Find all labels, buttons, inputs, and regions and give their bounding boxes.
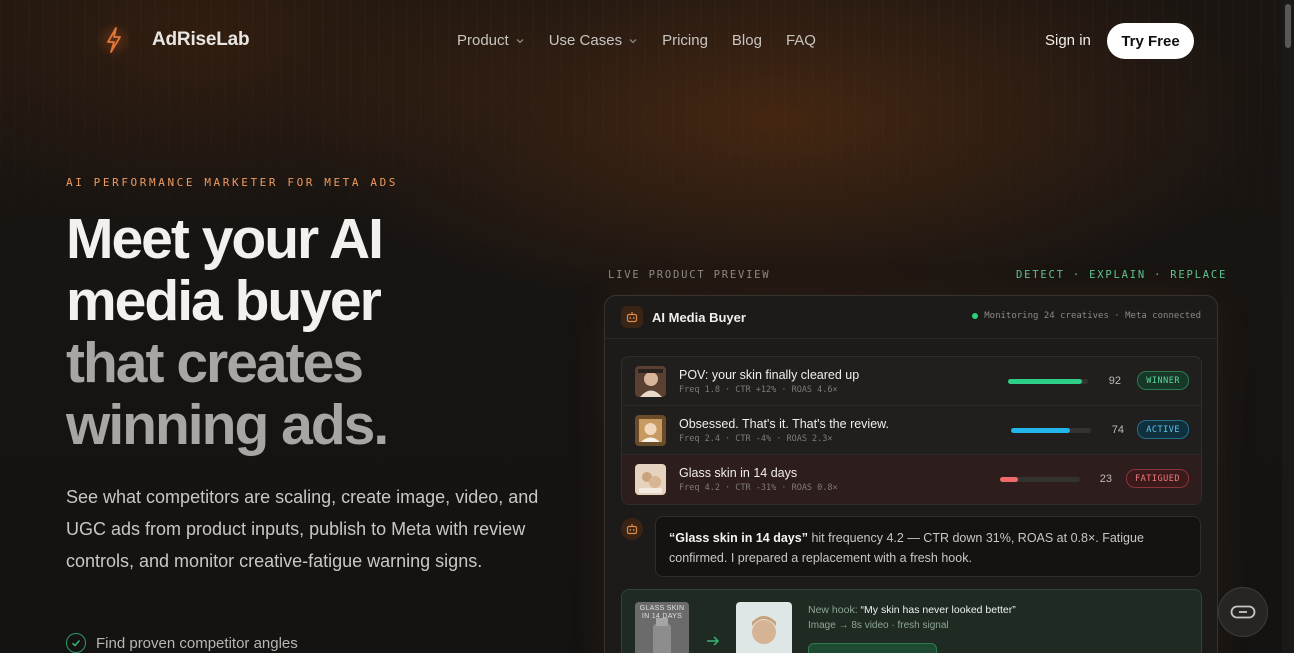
hero-lead: See what competitors are scaling, create… bbox=[66, 487, 539, 571]
row-text: POV: your skin finally cleared up Freq 1… bbox=[679, 368, 859, 395]
headline-line-1: Meet your AI bbox=[66, 207, 384, 271]
headline-line-3: that creates bbox=[66, 331, 364, 395]
scrollbar-thumb[interactable] bbox=[1285, 4, 1291, 48]
status-badge-winner: WINNER bbox=[1137, 371, 1189, 390]
try-free-button[interactable]: Try Free bbox=[1107, 23, 1194, 59]
new-hook-subtitle: Image → 8s video · fresh signal bbox=[808, 620, 949, 631]
hero-headline: Meet your AI media buyer that creates wi… bbox=[66, 207, 389, 457]
check-icon bbox=[66, 633, 86, 653]
chevron-down-icon bbox=[629, 38, 637, 43]
launch-replacement-button[interactable] bbox=[808, 643, 937, 653]
table-row[interactable]: Glass skin in 14 days Freq 4.2 · CTR -31… bbox=[622, 455, 1201, 504]
score-bar bbox=[1011, 428, 1091, 433]
row-text: Obsessed. That's it. That's the review. … bbox=[679, 417, 889, 444]
preview-steps: DETECT · EXPLAIN · REPLACE bbox=[1016, 269, 1228, 281]
chat-icon bbox=[1230, 605, 1256, 619]
old-creative-thumbnail: GLASS SKIN IN 14 DAYS bbox=[635, 602, 689, 653]
score-bar-fill bbox=[1000, 477, 1019, 482]
monitoring-status: Monitoring 24 creatives · Meta connected bbox=[972, 311, 1201, 321]
status-badge-active: ACTIVE bbox=[1137, 420, 1189, 439]
row-meta: Freq 1.8 · CTR +12% · ROAS 4.6× bbox=[679, 384, 838, 395]
monitoring-status-text: Monitoring 24 creatives · Meta connected bbox=[984, 311, 1201, 321]
checklist-item: Find proven competitor angles bbox=[66, 633, 298, 653]
old-creative-text: GLASS SKIN IN 14 DAYS bbox=[639, 605, 685, 620]
table-row[interactable]: Obsessed. That's it. That's the review. … bbox=[622, 406, 1201, 455]
nav-product-label: Product bbox=[457, 32, 509, 49]
panel-title: AI Media Buyer bbox=[652, 309, 746, 325]
creative-thumbnail bbox=[635, 464, 666, 495]
status-badge-fatigued: FATIGUED bbox=[1126, 469, 1189, 488]
score-value: 92 bbox=[1108, 375, 1121, 387]
row-text: Glass skin in 14 days Freq 4.2 · CTR -31… bbox=[679, 466, 838, 493]
new-hook-label: New hook: “My skin has never looked bett… bbox=[808, 604, 1016, 616]
message-quote: “Glass skin in 14 days” bbox=[669, 531, 808, 545]
score-value: 23 bbox=[1099, 473, 1112, 485]
score-bar bbox=[1008, 379, 1088, 384]
creative-thumbnail bbox=[635, 365, 666, 397]
arrow-right-icon bbox=[707, 636, 720, 646]
row-title: Glass skin in 14 days bbox=[679, 466, 798, 480]
score-bar-fill bbox=[1008, 379, 1082, 384]
top-nav: AdRiseLab Product Use Cases Pricing Blog… bbox=[0, 0, 1282, 82]
panel-header: AI Media Buyer Monitoring 24 creatives ·… bbox=[605, 296, 1217, 339]
creatives-table: POV: your skin finally cleared up Freq 1… bbox=[621, 356, 1202, 505]
preview-label: LIVE PRODUCT PREVIEW bbox=[608, 269, 771, 281]
robot-icon bbox=[621, 306, 643, 328]
nav-use-cases-label: Use Cases bbox=[548, 32, 623, 49]
brand-logo[interactable]: AdRiseLab bbox=[96, 22, 250, 58]
chevron-down-icon bbox=[516, 38, 524, 43]
table-row[interactable]: POV: your skin finally cleared up Freq 1… bbox=[622, 357, 1201, 406]
new-creative-thumbnail bbox=[736, 602, 792, 653]
new-hook-quote: “My skin has never looked better” bbox=[860, 604, 1016, 616]
score-value: 74 bbox=[1111, 424, 1124, 436]
sign-in-link[interactable]: Sign in bbox=[1045, 32, 1091, 49]
nav-blog[interactable]: Blog bbox=[732, 32, 762, 49]
lightning-icon bbox=[96, 22, 132, 58]
nav-pricing[interactable]: Pricing bbox=[662, 32, 708, 49]
new-hook-prefix: New hook: bbox=[808, 604, 861, 616]
ai-media-buyer-panel: AI Media Buyer Monitoring 24 creatives ·… bbox=[604, 295, 1218, 653]
chat-launcher-button[interactable] bbox=[1218, 587, 1268, 637]
nav-use-cases[interactable]: Use Cases bbox=[549, 32, 638, 49]
score-bar bbox=[1000, 477, 1080, 482]
headline-line-2: media buyer bbox=[66, 269, 382, 333]
nav-product[interactable]: Product bbox=[457, 32, 525, 49]
row-title: Obsessed. That's it. That's the review. bbox=[679, 416, 889, 431]
creative-thumbnail bbox=[635, 414, 666, 446]
replacement-hook-card: GLASS SKIN IN 14 DAYS New hook: “My skin… bbox=[621, 589, 1202, 653]
nav-links: Product Use Cases Pricing Blog FAQ bbox=[457, 32, 816, 49]
score-bar-fill bbox=[1011, 428, 1071, 433]
scrollbar[interactable] bbox=[1282, 0, 1294, 653]
nav-faq[interactable]: FAQ bbox=[786, 32, 816, 49]
robot-icon bbox=[621, 518, 643, 540]
headline-line-4: winning ads. bbox=[66, 393, 389, 457]
row-meta: Freq 2.4 · CTR -4% · ROAS 2.3× bbox=[679, 433, 833, 444]
row-meta: Freq 4.2 · CTR -31% · ROAS 0.8× bbox=[679, 483, 838, 493]
checklist-item-label: Find proven competitor angles bbox=[96, 634, 298, 652]
brand-name: AdRiseLab bbox=[152, 29, 250, 50]
hero-eyebrow: AI PERFORMANCE MARKETER FOR META ADS bbox=[66, 176, 399, 189]
assistant-message: “Glass skin in 14 days” hit frequency 4.… bbox=[655, 516, 1201, 577]
status-dot bbox=[972, 313, 979, 319]
row-title: POV: your skin finally cleared up bbox=[679, 367, 860, 382]
